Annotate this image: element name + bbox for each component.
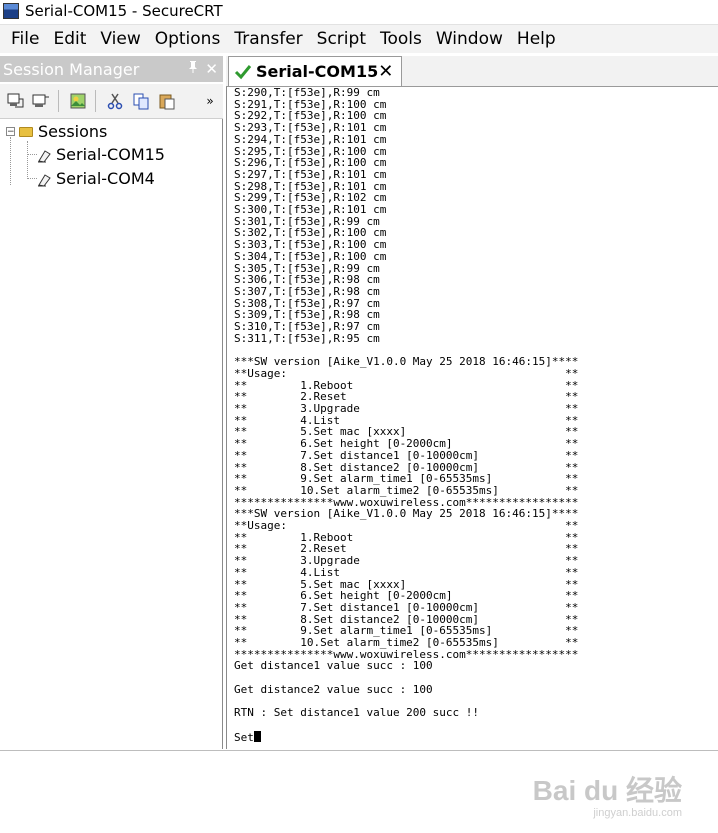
pin-icon[interactable]: [187, 60, 199, 78]
menu-bar: File Edit View Options Transfer Script T…: [0, 24, 718, 53]
tree-item-label: Serial-COM4: [56, 169, 155, 188]
toolbar-overflow-icon[interactable]: »: [199, 90, 221, 112]
terminal-line: Get distance1 value succ : 100: [234, 659, 433, 673]
terminal-output[interactable]: S:290,T:[f53e],R:99 cm S:291,T:[f53e],R:…: [226, 86, 718, 749]
tab-label: Serial-COM15: [256, 62, 379, 81]
tree-item-label: Serial-COM15: [56, 145, 165, 164]
tree-item-serial-com15[interactable]: Serial-COM15: [37, 145, 165, 164]
tab-close-icon[interactable]: ✕: [378, 61, 393, 82]
menu-transfer[interactable]: Transfer: [228, 29, 308, 49]
cut-icon[interactable]: [104, 90, 126, 112]
terminal-line: S:311,T:[f53e],R:95 cm: [234, 331, 380, 345]
menu-help[interactable]: Help: [511, 29, 562, 49]
menu-window[interactable]: Window: [430, 29, 509, 49]
session-icon: [37, 148, 52, 163]
toolbar-separator: [95, 90, 96, 112]
window-title: Serial-COM15 - SecureCRT: [25, 2, 223, 20]
title-bar: Serial-COM15 - SecureCRT: [0, 0, 718, 22]
menu-script[interactable]: Script: [311, 29, 372, 49]
tree-root-sessions[interactable]: − Sessions: [6, 122, 107, 141]
session-manager-header: Session Manager ✕: [0, 56, 223, 82]
menu-view[interactable]: View: [94, 29, 146, 49]
tab-serial-com15[interactable]: Serial-COM15 ✕: [228, 56, 402, 86]
terminal-line: RTN : Set distance1 value 200 succ !!: [234, 706, 480, 720]
session-manager-title: Session Manager: [3, 59, 140, 79]
securecrt-app-icon[interactable]: [3, 3, 19, 19]
menu-edit[interactable]: Edit: [47, 29, 92, 49]
menu-file[interactable]: File: [5, 29, 45, 49]
menu-options[interactable]: Options: [149, 29, 227, 49]
terminal-text: S:290,T:[f53e],R:99 cm S:291,T:[f53e],R:…: [234, 87, 578, 743]
connected-check-icon: [234, 64, 252, 80]
menu-tools[interactable]: Tools: [374, 29, 428, 49]
session-icon: [37, 172, 52, 187]
baidu-watermark-logo: Bai du 经验: [532, 775, 682, 806]
bottom-area: Bai du 经验 jingyan.baidu.com: [0, 750, 718, 833]
session-tree: − Sessions Serial-COM15 Serial-COM4: [0, 119, 223, 749]
baidu-watermark-url: jingyan.baidu.com: [593, 807, 682, 819]
properties-icon[interactable]: [67, 90, 89, 112]
toolbar-separator: [58, 90, 59, 112]
tab-strip: Serial-COM15 ✕: [226, 56, 718, 86]
quick-connect-icon[interactable]: [30, 90, 52, 112]
terminal-line: Get distance2 value succ : 100: [234, 682, 433, 696]
collapse-icon[interactable]: −: [6, 127, 15, 137]
terminal-cursor: [253, 730, 261, 742]
session-manager-close-icon[interactable]: ✕: [205, 60, 218, 78]
session-manager-toolbar: »: [0, 84, 223, 119]
tree-root-label: Sessions: [38, 122, 108, 141]
terminal-line: Set: [234, 730, 254, 744]
folder-icon: [19, 126, 33, 137]
connect-icon[interactable]: [4, 90, 26, 112]
paste-icon[interactable]: [156, 90, 178, 112]
tree-item-serial-com4[interactable]: Serial-COM4: [37, 169, 155, 188]
copy-icon[interactable]: [130, 90, 152, 112]
